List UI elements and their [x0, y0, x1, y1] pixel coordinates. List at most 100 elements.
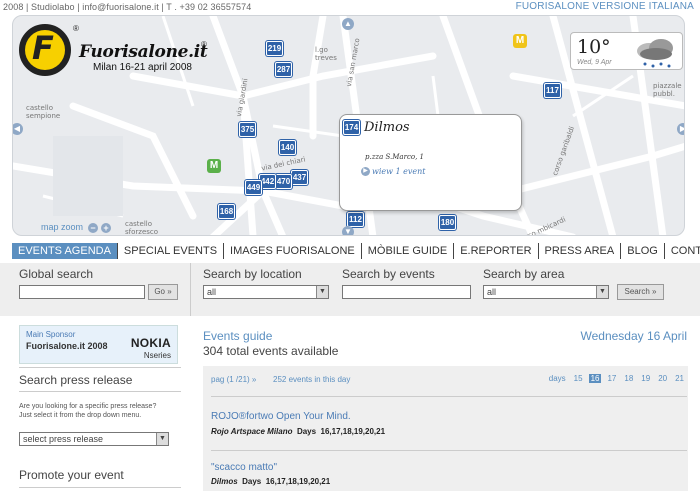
nav-blog[interactable]: BLOG — [621, 243, 665, 259]
divider — [19, 391, 181, 392]
events-list: pag (1 /21) » 252 events in this day day… — [203, 366, 688, 491]
area-select[interactable]: all ▼ — [483, 285, 609, 299]
zoom-in-button[interactable]: + — [101, 223, 111, 233]
map-pin[interactable]: 140 — [279, 140, 296, 155]
nav-special-events[interactable]: SPECIAL EVENTS — [118, 243, 225, 259]
arrow-right-icon: ▶ — [361, 167, 370, 176]
day-link[interactable]: 17 — [603, 374, 620, 383]
fuorisalone-logo[interactable]: F ® Fuorisalone.it ® Milan 16-21 april 2… — [15, 20, 215, 90]
logo-tagline: Milan 16-21 april 2008 — [93, 62, 192, 73]
popup-view-events-link[interactable]: wiew 1 event — [372, 167, 426, 176]
nav-images-fuorisalone[interactable]: IMAGES FUORISALONE — [224, 243, 362, 259]
pan-right-arrow-icon[interactable]: ▶ — [677, 123, 684, 135]
map-pin[interactable]: 112 — [347, 212, 364, 227]
pagination-link[interactable]: pag (1 /21) » — [211, 375, 256, 384]
events-search-input[interactable] — [342, 285, 471, 299]
events-day-count: 252 events in this day — [273, 375, 351, 384]
nokia-logo: NOKIA — [130, 336, 171, 350]
metro-station-icon: M — [513, 34, 527, 48]
map-pin[interactable]: 117 — [544, 83, 561, 98]
promote-heading: Promote your event — [19, 468, 124, 482]
event-details: Dilmos Days 16,17,18,19,20,21 — [211, 477, 331, 486]
press-release-select[interactable]: select press release ▼ — [19, 432, 169, 446]
popup-venue-name: Dilmos — [364, 120, 410, 135]
day-link[interactable]: 20 — [654, 374, 671, 383]
map-zoom-label: map zoom — [41, 222, 84, 232]
sponsor-site: Fuorisalone.it 2008 — [26, 341, 108, 351]
area-search-label: Search by area — [483, 267, 565, 281]
nav-e-reporter[interactable]: E.REPORTER — [454, 243, 539, 259]
map-pin[interactable]: 168 — [218, 204, 235, 219]
cloud-rain-icon — [637, 39, 673, 68]
search-button[interactable]: Search » — [617, 284, 664, 300]
contact-info: 2008 | Studiolabo | info@fuorisalone.it … — [3, 2, 252, 12]
event-days: 16,17,18,19,20,21 — [320, 427, 386, 436]
registered-mark-2: ® — [201, 40, 207, 49]
weather-date: Wed, 9 Apr — [577, 59, 612, 66]
logo-wordmark: Fuorisalone.it — [79, 42, 208, 62]
italian-version-link[interactable]: FUORISALONE VERSIONE ITALIANA — [516, 1, 694, 12]
press-help-text: Are you looking for a specific press rel… — [19, 403, 157, 419]
chevron-down-icon: ▼ — [316, 286, 328, 298]
popup-pin: 174 — [343, 120, 360, 135]
global-search-input[interactable] — [19, 285, 145, 299]
day-link[interactable]: 19 — [637, 374, 654, 383]
sponsor-banner[interactable]: Main Sponsor Fuorisalone.it 2008 NOKIA N… — [19, 325, 178, 364]
nav-press-area[interactable]: PRESS AREA — [539, 243, 622, 259]
divider — [19, 487, 181, 488]
day-link[interactable]: 18 — [620, 374, 637, 383]
street-label: l.go treves — [315, 46, 337, 62]
search-bar: Global search Go » Search by location al… — [0, 263, 700, 316]
main-nav: EVENTS AGENDA SPECIAL EVENTS IMAGES FUOR… — [12, 243, 700, 259]
day-link[interactable]: 21 — [671, 374, 688, 383]
day-link[interactable]: 15 — [570, 374, 587, 383]
map-pin[interactable]: 287 — [275, 62, 292, 77]
event-title-link[interactable]: ROJO®fortwo Open Your Mind. — [211, 411, 351, 422]
event-venue: Dilmos — [211, 477, 238, 486]
days-label: days — [548, 374, 566, 383]
logo-f-badge: F — [19, 24, 71, 76]
zoom-out-button[interactable]: − — [88, 223, 98, 233]
chevron-down-icon: ▼ — [596, 286, 608, 298]
map-pin[interactable]: 449 — [245, 180, 262, 195]
events-search-label: Search by events — [342, 267, 435, 281]
current-date: Wednesday 16 April — [580, 329, 687, 343]
map-pin[interactable]: 180 — [439, 215, 456, 230]
divider — [211, 450, 687, 451]
nav-events-agenda[interactable]: EVENTS AGENDA — [12, 243, 118, 259]
sponsor-label: Main Sponsor — [26, 330, 76, 339]
map-pin[interactable]: 375 — [239, 122, 256, 137]
divider — [19, 367, 181, 368]
street-label: castello sempione — [26, 104, 61, 120]
nav-contacts[interactable]: CONTACTS — [665, 243, 700, 259]
event-venue: Rojo Artspace Milano — [211, 427, 293, 436]
map-pin[interactable]: 437 — [291, 170, 308, 185]
events-total: 304 total events available — [203, 344, 339, 358]
top-bar: 2008 | Studiolabo | info@fuorisalone.it … — [0, 0, 700, 14]
event-title-link[interactable]: "scacco matto" — [211, 462, 277, 473]
day-link-current[interactable]: 16 — [588, 374, 602, 383]
nav-mobile-guide[interactable]: MÒBILE GUIDE — [362, 243, 455, 259]
event-details: Rojo Artspace Milano Days 16,17,18,19,20… — [211, 427, 386, 436]
pan-down-arrow-icon[interactable]: ▼ — [342, 226, 354, 235]
day-selector: days 15 16 17 18 19 20 21 — [545, 374, 688, 383]
metro-station-icon: M — [207, 159, 221, 173]
location-select[interactable]: all ▼ — [203, 285, 329, 299]
location-search-label: Search by location — [203, 267, 302, 281]
event-days: 16,17,18,19,20,21 — [265, 477, 331, 486]
pan-up-arrow-icon[interactable]: ▲ — [342, 18, 354, 30]
divider — [190, 263, 191, 316]
map[interactable]: F ® Fuorisalone.it ® Milan 16-21 april 2… — [12, 15, 685, 236]
press-heading: Search press release — [19, 373, 133, 387]
nseries-label: Nseries — [143, 351, 171, 360]
street-label: castello sforzesco — [125, 220, 159, 236]
map-pin[interactable]: 470 — [275, 174, 292, 189]
registered-mark: ® — [73, 24, 79, 33]
map-pin[interactable]: 219 — [266, 41, 283, 56]
weather-widget: 10° Wed, 9 Apr — [570, 32, 683, 70]
divider — [211, 396, 687, 397]
go-button[interactable]: Go » — [148, 284, 178, 300]
events-guide-title: Events guide — [203, 329, 273, 343]
global-search-label: Global search — [19, 267, 94, 281]
street-label: piazzale pubbl. — [653, 82, 682, 98]
